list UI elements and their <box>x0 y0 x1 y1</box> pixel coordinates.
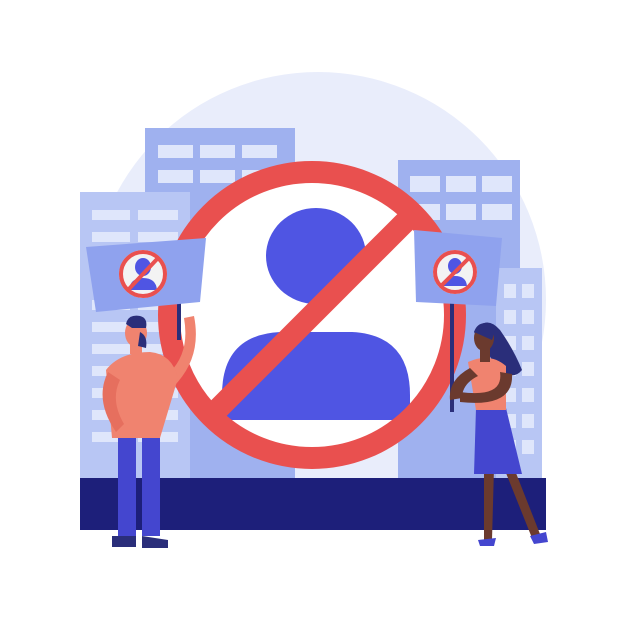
protest-illustration <box>80 72 548 548</box>
protest-sign-icon <box>86 238 206 312</box>
protest-sign-icon <box>414 230 502 306</box>
prohibition-sign-icon <box>158 161 466 469</box>
